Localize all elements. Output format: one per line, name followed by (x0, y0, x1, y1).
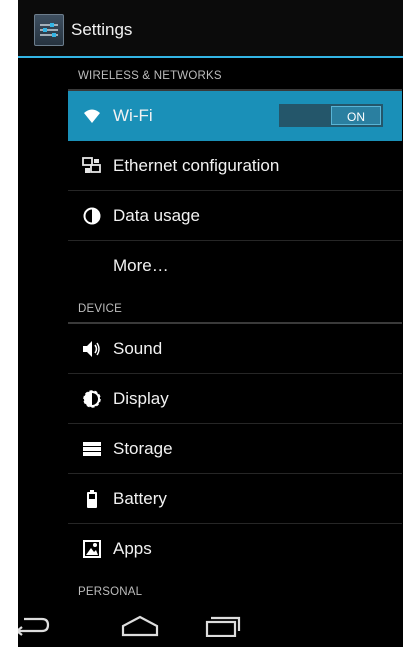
settings-item-more[interactable]: More… (68, 241, 402, 291)
section-header-wireless: WIRELESS & NETWORKS (68, 58, 402, 91)
settings-item-storage[interactable]: Storage (68, 424, 402, 474)
settings-item-label: Ethernet configuration (113, 156, 280, 175)
display-icon (82, 389, 102, 409)
settings-item-wifi[interactable]: Wi-Fi ON (68, 91, 402, 141)
apps-icon (82, 539, 102, 559)
wifi-icon (82, 106, 102, 126)
section-label: WIRELESS & NETWORKS (78, 70, 222, 82)
section-header-device: DEVICE (68, 291, 402, 324)
settings-item-sound[interactable]: Sound (68, 324, 402, 374)
section-label: DEVICE (78, 303, 123, 315)
phone-screen: Settings WIRELESS & NETWORKS Wi-Fi ON Et… (18, 0, 403, 647)
settings-item-label: Apps (113, 539, 152, 558)
settings-item-label: Sound (113, 339, 163, 358)
settings-item-label: Battery (113, 489, 167, 508)
navigation-bar (18, 605, 403, 647)
settings-list: WIRELESS & NETWORKS Wi-Fi ON Ethernet co… (18, 58, 403, 607)
wifi-toggle[interactable]: ON (279, 104, 383, 127)
storage-icon (82, 439, 102, 459)
recents-icon[interactable] (202, 615, 242, 642)
toggle-knob: ON (331, 106, 381, 125)
settings-item-display[interactable]: Display (68, 374, 402, 424)
page-title: Settings (71, 20, 133, 39)
settings-icon[interactable] (34, 14, 64, 46)
data-usage-icon (82, 206, 102, 226)
home-icon[interactable] (120, 615, 160, 642)
settings-item-label: Display (113, 389, 169, 408)
settings-item-label: Storage (113, 439, 173, 458)
settings-item-label: Wi-Fi (113, 106, 153, 125)
action-bar: Settings (18, 0, 403, 58)
settings-item-label: Data usage (113, 206, 200, 225)
toggle-state-label: ON (347, 110, 365, 124)
settings-item-label: More… (113, 256, 169, 275)
settings-item-ethernet[interactable]: Ethernet configuration (68, 141, 402, 191)
ethernet-icon (82, 156, 102, 176)
battery-icon (82, 489, 102, 509)
settings-item-apps[interactable]: Apps (68, 524, 402, 574)
settings-item-data-usage[interactable]: Data usage (68, 191, 402, 241)
sound-icon (82, 339, 102, 359)
section-header-personal: PERSONAL (68, 574, 402, 607)
settings-item-battery[interactable]: Battery (68, 474, 402, 524)
section-label: PERSONAL (78, 586, 143, 598)
back-icon[interactable] (18, 615, 50, 642)
